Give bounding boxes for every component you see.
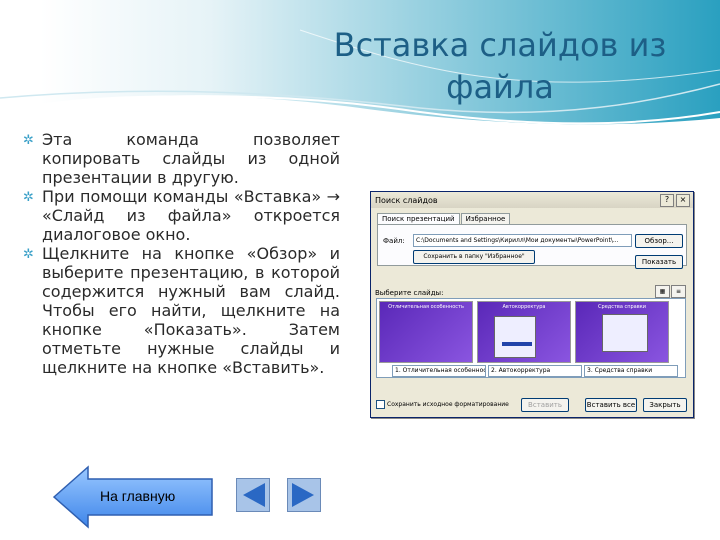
insert-all-button[interactable]: Вставить все [585,398,637,412]
keep-format-option[interactable]: Сохранить исходное форматирование [376,400,509,409]
prev-slide-button[interactable] [236,478,270,512]
thumbnail-screenshot [494,316,536,358]
star-bullet-icon: ✲ [23,190,34,205]
next-triangle-icon [292,483,314,507]
bullet-item: ✲ Эта команда позволяет копировать слайды… [20,130,340,187]
tab-favorites[interactable]: Избранное [460,213,511,224]
file-path-input[interactable]: C:\Documents and Settings\Кирилл\Мои док… [413,234,632,247]
thumbnail-header: Отличительная особенность [388,304,464,310]
bullet-item: ✲ При помощи команды «Вставка» → «Слайд и… [20,187,340,244]
close-button[interactable]: Закрыть [643,398,687,412]
star-bullet-icon: ✲ [23,133,34,148]
dialog-tabs: Поиск презентаций Избранное [377,213,511,224]
dialog-title: Поиск слайдов [375,195,438,205]
slide-thumbnail[interactable]: Отличительная особенность [379,301,473,363]
star-bullet-icon: ✲ [23,247,34,262]
thumbnail-view-icon[interactable]: ▦ [655,285,670,298]
home-label[interactable]: На главную [100,488,175,504]
thumbnail-highlight [502,342,532,346]
keep-format-checkbox[interactable] [376,400,385,409]
list-view-icon[interactable]: ≡ [671,285,686,298]
thumbnail-screenshot [602,314,648,352]
add-to-favorites-button[interactable]: Сохранить в папку "Избранное" [413,250,535,264]
file-label: Файл: [383,237,405,245]
bullet-text: Эта команда позволяет копировать слайды … [42,130,340,187]
find-slides-dialog: Поиск слайдов ? × Поиск презентаций Избр… [370,191,694,418]
slide-thumbnail[interactable]: Средства справки [575,301,669,363]
next-slide-button[interactable] [287,478,321,512]
select-slides-label: Выберите слайды: [375,289,444,297]
dialog-titlebar: Поиск слайдов ? × [371,192,693,208]
browse-button[interactable]: Обзор... [635,234,683,248]
show-button[interactable]: Показать [635,255,683,269]
bullet-text: При помощи команды «Вставка» → «Слайд из… [42,187,340,244]
bullet-text: Щелкните на кнопке «Обзор» и выберите пр… [42,244,340,377]
thumbnail-header: Автокорректура [502,304,546,310]
tab-find-presentations[interactable]: Поиск презентаций [377,213,460,224]
thumbnail-caption: 3. Средства справки [584,365,678,377]
keep-format-label: Сохранить исходное форматирование [387,401,509,408]
slide-title-line1: Вставка слайдов из [333,26,667,64]
close-icon[interactable]: × [676,194,690,207]
bullet-list: ✲ Эта команда позволяет копировать слайды… [20,130,340,377]
prev-triangle-icon [243,483,265,507]
thumbnail-caption: 1. Отличительная особенность [392,365,486,377]
thumbnail-caption: 2. Автокорректура [488,365,582,377]
slide-title: Вставка слайдов из файла [320,24,680,108]
slide-thumbnail[interactable]: Автокорректура [477,301,571,363]
bullet-item: ✲ Щелкните на кнопке «Обзор» и выберите п… [20,244,340,377]
slide-title-line2: файла [446,68,554,106]
thumbnail-header: Средства справки [598,304,646,310]
insert-button[interactable]: Вставить [521,398,569,412]
help-button[interactable]: ? [660,194,674,207]
